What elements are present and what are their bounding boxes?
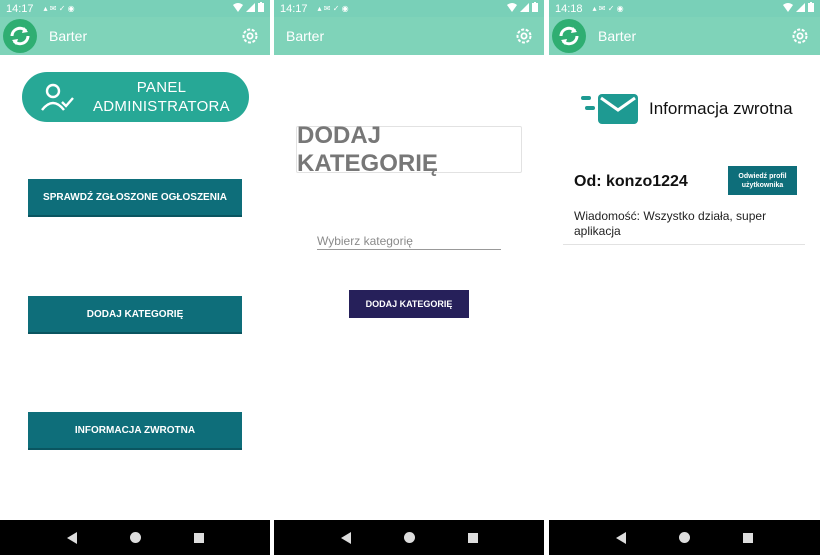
visit-profile-button[interactable]: Odwiedź profil użytkownika bbox=[728, 166, 797, 195]
refresh-logo-icon[interactable] bbox=[552, 19, 586, 53]
signal-icon bbox=[246, 2, 255, 12]
wifi-icon bbox=[783, 2, 793, 12]
notification-icons: ▴ ✉ ✓ ◉ bbox=[592, 4, 624, 13]
feedback-nav-button[interactable]: INFORMACJA ZWROTNA bbox=[28, 412, 242, 450]
nav-bar bbox=[549, 520, 820, 555]
battery-icon bbox=[532, 2, 538, 12]
status-bar: 14:17 ▴ ✉ ✓ ◉ bbox=[0, 0, 270, 17]
status-time: 14:17 bbox=[280, 2, 308, 15]
home-icon[interactable] bbox=[129, 532, 141, 543]
mail-fast-icon bbox=[581, 94, 638, 124]
notification-icons: ▴ ✉ ✓ ◉ bbox=[43, 4, 75, 13]
admin-panel-banner: PANEL ADMINISTRATORA bbox=[22, 72, 249, 122]
app-bar: Barter bbox=[0, 17, 270, 55]
system-icons bbox=[783, 2, 814, 12]
gear-icon[interactable] bbox=[790, 26, 810, 46]
add-category-heading: DODAJ KATEGORIĘ bbox=[296, 122, 522, 177]
back-icon[interactable] bbox=[340, 531, 351, 544]
recents-icon[interactable] bbox=[467, 532, 478, 543]
panel-title: PANEL ADMINISTRATORA bbox=[93, 79, 230, 115]
battery-icon bbox=[808, 2, 814, 12]
system-icons bbox=[507, 2, 538, 12]
feedback-header: Informacja zwrotna bbox=[581, 92, 793, 126]
feedback-title: Informacja zwrotna bbox=[649, 99, 793, 118]
recents-icon[interactable] bbox=[193, 532, 204, 543]
nav-bar bbox=[274, 520, 544, 555]
screen-admin-panel: 14:17 ▴ ✉ ✓ ◉ Barter PANEL ADMINISTRATOR… bbox=[0, 0, 270, 555]
app-title: Barter bbox=[286, 28, 325, 44]
signal-icon bbox=[796, 2, 805, 12]
home-icon[interactable] bbox=[678, 532, 690, 543]
feedback-sender: Od: konzo1224 bbox=[574, 173, 688, 190]
category-input[interactable] bbox=[317, 232, 501, 250]
screen-feedback: 14:18 ▴ ✉ ✓ ◉ Barter Informacja zwrotna … bbox=[549, 0, 820, 555]
wifi-icon bbox=[507, 2, 517, 12]
nav-bar bbox=[0, 520, 270, 555]
feedback-card: Od: konzo1224 Odwiedź profil użytkownika… bbox=[563, 160, 805, 245]
add-category-submit-button[interactable]: DODAJ KATEGORIĘ bbox=[349, 290, 469, 318]
back-icon[interactable] bbox=[66, 531, 77, 544]
status-time: 14:18 bbox=[555, 2, 583, 15]
battery-icon bbox=[258, 2, 264, 12]
recents-icon[interactable] bbox=[743, 532, 754, 543]
gear-icon[interactable] bbox=[240, 26, 260, 46]
gear-icon[interactable] bbox=[514, 26, 534, 46]
status-bar: 14:17 ▴ ✉ ✓ ◉ bbox=[274, 0, 544, 17]
app-bar: Barter bbox=[274, 17, 544, 55]
check-reports-button[interactable]: SPRAWDŹ ZGŁOSZONE OGŁOSZENIA bbox=[28, 179, 242, 217]
status-bar: 14:18 ▴ ✉ ✓ ◉ bbox=[549, 0, 820, 17]
signal-icon bbox=[520, 2, 529, 12]
system-icons bbox=[233, 2, 264, 12]
app-title: Barter bbox=[598, 28, 637, 44]
notification-icons: ▴ ✉ ✓ ◉ bbox=[317, 4, 349, 13]
user-check-icon bbox=[41, 83, 74, 111]
back-icon[interactable] bbox=[615, 531, 626, 544]
add-category-nav-button[interactable]: DODAJ KATEGORIĘ bbox=[28, 296, 242, 334]
feedback-message: Wiadomość: Wszystko działa, super aplika… bbox=[574, 209, 767, 238]
screen-add-category: 14:17 ▴ ✉ ✓ ◉ Barter DODAJ KATEGORIĘ DOD… bbox=[274, 0, 544, 555]
wifi-icon bbox=[233, 2, 243, 12]
app-bar: Barter bbox=[549, 17, 820, 55]
home-icon[interactable] bbox=[403, 532, 415, 543]
refresh-logo-icon[interactable] bbox=[3, 19, 37, 53]
status-time: 14:17 bbox=[6, 2, 34, 15]
app-title: Barter bbox=[49, 28, 88, 44]
